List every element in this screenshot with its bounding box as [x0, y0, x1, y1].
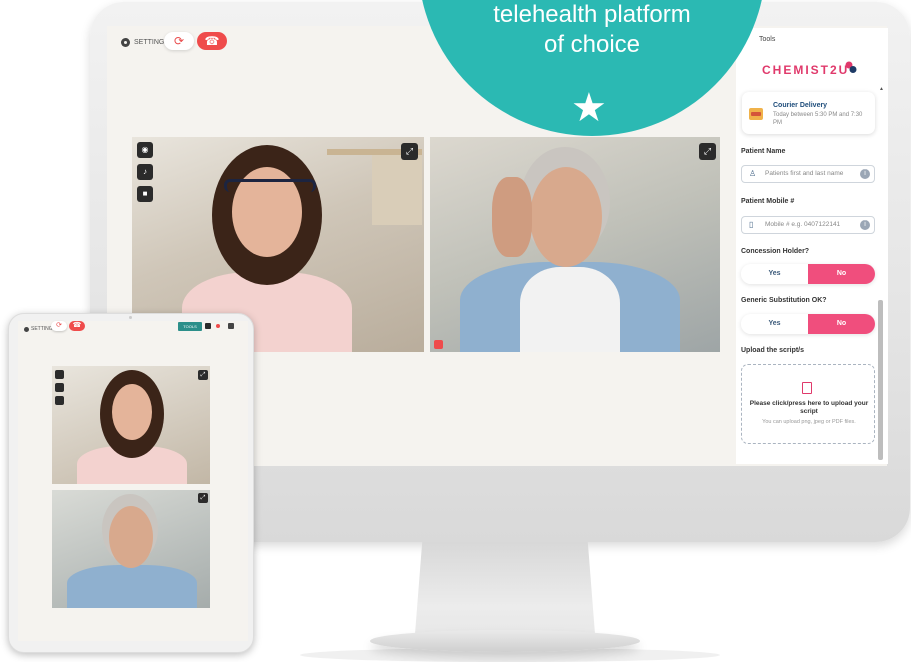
- microphone-icon: ♪: [143, 167, 147, 176]
- tablet-video-toggle[interactable]: [55, 396, 64, 405]
- tablet-tools-button[interactable]: TOOLS: [178, 322, 202, 331]
- expand-patient-button[interactable]: ⤢: [699, 143, 716, 160]
- upload-instructions: Please click/press here to upload your s…: [749, 400, 869, 415]
- patient-video: [430, 137, 720, 352]
- headset: [224, 179, 316, 192]
- location-pin-icon: [845, 61, 857, 73]
- expand-icon: ⤢: [405, 146, 414, 156]
- delivery-time: Today between 5:30 PM and 7:30 PM: [773, 112, 863, 126]
- refresh-icon: ⟳: [173, 34, 185, 48]
- settings-button[interactable]: SETTINGS: [121, 38, 169, 47]
- gear-icon: [121, 38, 130, 47]
- tablet-camera-toggle[interactable]: [55, 370, 64, 379]
- patient-mobile-placeholder: Mobile # e.g. 0407122141: [765, 221, 841, 228]
- concession-toggle[interactable]: Yes No: [741, 264, 875, 284]
- hang-up-icon: ☎: [72, 322, 82, 329]
- concession-yes-option[interactable]: Yes: [741, 264, 808, 284]
- expand-icon: ⤢: [703, 146, 712, 156]
- tablet-user-icon[interactable]: [228, 323, 234, 329]
- camera-toggle[interactable]: ◉: [137, 142, 153, 158]
- video-toggle[interactable]: ■: [137, 186, 153, 202]
- upload-file-types: You can upload png, jpeg or PDF files.: [762, 419, 856, 425]
- tablet-patient-video: [52, 490, 210, 608]
- phone-icon: ▯: [749, 220, 754, 229]
- tablet-refresh-button[interactable]: ⟳: [51, 321, 67, 331]
- expand-icon: ⤢: [200, 495, 206, 501]
- patient-name-placeholder: Patients first and last name: [765, 170, 844, 177]
- refresh-icon: ⟳: [56, 322, 62, 329]
- tablet-video-icon[interactable]: [205, 323, 211, 329]
- patient-face: [530, 167, 602, 267]
- tools-scrollbar[interactable]: [878, 300, 883, 460]
- upload-dropzone[interactable]: Please click/press here to upload your s…: [741, 364, 875, 444]
- promo-text: telehealth platform of choice: [418, 0, 766, 60]
- generic-yes-option[interactable]: Yes: [741, 314, 808, 334]
- user-icon: ♙: [749, 169, 757, 178]
- hang-up-icon: ☎: [204, 34, 220, 48]
- promo-line-2: of choice: [543, 31, 641, 58]
- delivery-truck-icon: [749, 108, 763, 120]
- tablet-camera: [129, 316, 132, 319]
- concession-no-option[interactable]: No: [808, 264, 875, 284]
- monitor-stand-base: [370, 630, 640, 652]
- video-camera-icon: ■: [142, 189, 148, 198]
- patient-face: [109, 506, 153, 568]
- expand-doctor-button[interactable]: ⤢: [401, 143, 418, 160]
- info-icon[interactable]: i: [860, 169, 870, 179]
- tablet-doctor-video: [52, 366, 210, 484]
- promo-line-1: telehealth platform: [493, 1, 691, 28]
- microphone-toggle[interactable]: ♪: [137, 164, 153, 180]
- refresh-button[interactable]: ⟳: [164, 32, 194, 50]
- expand-icon: ⤢: [200, 372, 206, 378]
- patient-hand: [492, 177, 532, 257]
- monitor-stand: [415, 542, 595, 634]
- patient-mobile-field[interactable]: ▯ Mobile # e.g. 0407122141 i: [741, 216, 875, 234]
- bookshelf-books: [372, 155, 422, 225]
- chemist2u-logo: CHEMIST2U: [762, 63, 850, 77]
- patient-shirt: [67, 565, 197, 608]
- doctor-face: [112, 384, 152, 440]
- scroll-up-icon[interactable]: ▲: [879, 86, 884, 92]
- tablet-record-icon[interactable]: [216, 324, 220, 328]
- tablet-mic-toggle[interactable]: [55, 383, 64, 392]
- patient-name-label: Patient Name: [741, 148, 786, 155]
- patient-name-field[interactable]: ♙ Patients first and last name i: [741, 165, 875, 183]
- tablet-expand-patient-button[interactable]: ⤢: [198, 493, 208, 503]
- star-icon: ★: [571, 86, 607, 130]
- concession-label: Concession Holder?: [741, 248, 810, 255]
- generic-substitution-toggle[interactable]: Yes No: [741, 314, 875, 334]
- patient-undershirt: [520, 267, 620, 352]
- muted-indicator-icon: [434, 340, 443, 349]
- info-icon[interactable]: i: [860, 220, 870, 230]
- gear-icon: [24, 326, 29, 332]
- upload-label: Upload the script/s: [741, 347, 805, 354]
- tablet-hang-up-button[interactable]: ☎: [69, 321, 85, 331]
- tablet-expand-doctor-button[interactable]: ⤢: [198, 370, 208, 380]
- delivery-title: Courier Delivery: [773, 102, 828, 109]
- generic-substitution-label: Generic Substitution OK?: [741, 297, 827, 304]
- camera-icon: ◉: [141, 145, 149, 154]
- generic-no-option[interactable]: No: [808, 314, 875, 334]
- document-upload-icon: [802, 382, 812, 394]
- hang-up-button[interactable]: ☎: [197, 32, 227, 50]
- patient-mobile-label: Patient Mobile #: [741, 198, 795, 205]
